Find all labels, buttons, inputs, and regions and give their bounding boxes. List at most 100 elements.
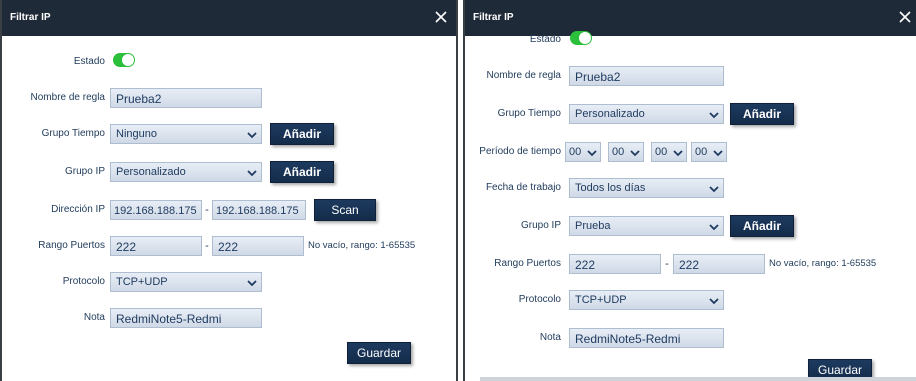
- toggle-knob: [579, 32, 591, 44]
- add-time-group-button[interactable]: Añadir: [730, 103, 794, 125]
- port-range-dash: -: [665, 258, 669, 270]
- note-input[interactable]: RedmiNote5-Redmi: [569, 328, 724, 348]
- chevron-down-icon: [709, 298, 719, 305]
- add-time-group-button[interactable]: Añadir: [270, 123, 334, 145]
- period-start-minute-value: 00: [612, 146, 625, 158]
- row-nombre: Nombre de regla Prueba2: [465, 66, 916, 86]
- grupo-ip-label: Grupo IP: [64, 166, 105, 177]
- note-input[interactable]: RedmiNote5-Redmi: [110, 308, 262, 328]
- port-range-dash: -: [205, 240, 209, 252]
- time-group-value: Ninguno: [116, 128, 157, 140]
- ip-group-value: Prueba: [575, 220, 611, 232]
- workday-value: Todos los días: [575, 182, 646, 194]
- filter-form: Estado Nombre de regla Prueba2 Grupo Tie…: [2, 36, 456, 381]
- row-grupo-ip: Grupo IP Personalizado Añadir: [2, 161, 456, 183]
- port-range-hint: No vacío, rango: 1-65535: [308, 240, 416, 251]
- row-protocolo: Protocolo TCP+UDP: [2, 272, 456, 292]
- filter-form: Estado Nombre de regla Prueba2 Grupo Tie…: [465, 31, 916, 381]
- rule-name-input[interactable]: Prueba2: [110, 88, 262, 108]
- chevron-down-icon: [587, 150, 597, 157]
- filter-ip-dialog-left: Filtrar IP Estado Nombre de regla Prueba…: [0, 0, 458, 381]
- time-group-select[interactable]: Ninguno: [110, 124, 262, 144]
- estado-label: Estado: [73, 56, 105, 67]
- row-rango-puertos: Rango Puertos 222 - 222 No vacío, rango:…: [2, 236, 456, 256]
- estado-toggle[interactable]: [570, 31, 592, 45]
- ip-end-input[interactable]: 192.168.188.175: [212, 200, 306, 220]
- ip-group-value: Personalizado: [116, 166, 186, 178]
- row-nota: Nota RedmiNote5-Redmi: [465, 328, 916, 348]
- protocolo-label: Protocolo: [518, 294, 561, 305]
- estado-label: Estado: [529, 34, 561, 45]
- horizontal-scrollbar[interactable]: [480, 377, 916, 381]
- ip-group-select[interactable]: Personalizado: [110, 162, 262, 182]
- protocol-select[interactable]: TCP+UDP: [569, 290, 724, 310]
- dialog-titlebar: Filtrar IP: [2, 0, 456, 36]
- row-rango-puertos: Rango Puertos 222 - 222 No vacío, rango:…: [465, 254, 916, 274]
- ip-group-select[interactable]: Prueba: [569, 216, 724, 236]
- grupo-tiempo-label: Grupo Tiempo: [41, 128, 105, 139]
- scan-button[interactable]: Scan: [314, 199, 376, 221]
- protocol-select[interactable]: TCP+UDP: [110, 272, 262, 292]
- protocol-value: TCP+UDP: [116, 276, 168, 288]
- period-end-minute-select[interactable]: 00: [691, 142, 727, 162]
- period-start-hour-select[interactable]: 00: [565, 142, 601, 162]
- add-ip-group-button[interactable]: Añadir: [270, 161, 334, 183]
- rango-label: Rango Puertos: [494, 258, 561, 269]
- row-periodo: Período de tiempo 00 00 00 00: [465, 142, 916, 162]
- period-start-minute-select[interactable]: 00: [608, 142, 644, 162]
- port-end-input[interactable]: 222: [212, 236, 304, 256]
- period-start-hour-value: 00: [569, 146, 582, 158]
- row-estado: Estado: [465, 30, 916, 50]
- nota-label: Nota: [83, 312, 105, 323]
- period-end-hour-select[interactable]: 00: [651, 142, 687, 162]
- direccion-label: Dirección IP: [51, 204, 105, 215]
- chevron-down-icon: [247, 132, 257, 139]
- save-button[interactable]: Guardar: [347, 342, 411, 364]
- rango-label: Rango Puertos: [38, 240, 105, 251]
- grupo-ip-label: Grupo IP: [520, 220, 561, 231]
- chevron-down-icon: [709, 112, 719, 119]
- chevron-down-icon: [713, 150, 723, 157]
- rule-name-input[interactable]: Prueba2: [569, 66, 724, 86]
- row-protocolo: Protocolo TCP+UDP: [465, 290, 916, 310]
- chevron-down-icon: [709, 186, 719, 193]
- periodo-label: Período de tiempo: [479, 146, 561, 157]
- filter-ip-dialog-right: Filtrar IP Estado Nombre de regla Prueba…: [463, 0, 916, 381]
- grupo-tiempo-label: Grupo Tiempo: [497, 108, 561, 119]
- chevron-down-icon: [247, 280, 257, 287]
- row-direccion-ip: Dirección IP 192.168.188.175 - 192.168.1…: [2, 199, 456, 221]
- chevron-down-icon: [630, 150, 640, 157]
- protocol-value: TCP+UDP: [575, 294, 627, 306]
- period-end-hour-value: 00: [655, 146, 668, 158]
- row-nombre: Nombre de regla Prueba2: [2, 88, 456, 108]
- ip-range-dash: -: [205, 204, 209, 216]
- toggle-knob: [122, 54, 134, 66]
- row-fecha: Fecha de trabajo Todos los días: [465, 178, 916, 198]
- chevron-down-icon: [247, 170, 257, 177]
- ip-start-input[interactable]: 192.168.188.175: [110, 200, 202, 220]
- port-start-input[interactable]: 222: [569, 254, 661, 274]
- row-nota: Nota RedmiNote5-Redmi: [2, 308, 456, 328]
- period-end-minute-value: 00: [695, 146, 708, 158]
- estado-toggle[interactable]: [113, 53, 135, 67]
- close-icon[interactable]: [894, 6, 916, 28]
- chevron-down-icon: [673, 150, 683, 157]
- protocolo-label: Protocolo: [62, 276, 105, 287]
- row-grupo-tiempo: Grupo Tiempo Personalizado Añadir: [465, 103, 916, 125]
- time-group-value: Personalizado: [575, 108, 645, 120]
- row-grupo-ip: Grupo IP Prueba Añadir: [465, 215, 916, 237]
- chevron-down-icon: [709, 224, 719, 231]
- fecha-label: Fecha de trabajo: [485, 182, 561, 193]
- row-guardar: Guardar: [2, 342, 456, 364]
- nombre-label: Nombre de regla: [30, 92, 105, 103]
- add-ip-group-button[interactable]: Añadir: [730, 215, 794, 237]
- port-end-input[interactable]: 222: [673, 254, 765, 274]
- port-start-input[interactable]: 222: [110, 236, 202, 256]
- nombre-label: Nombre de regla: [486, 70, 561, 81]
- close-icon[interactable]: [430, 6, 452, 28]
- port-range-hint: No vacío, rango: 1-65535: [769, 258, 877, 269]
- time-group-select[interactable]: Personalizado: [569, 104, 724, 124]
- dialog-title: Filtrar IP: [10, 12, 51, 23]
- workday-select[interactable]: Todos los días: [569, 178, 724, 198]
- dialog-title: Filtrar IP: [473, 12, 514, 23]
